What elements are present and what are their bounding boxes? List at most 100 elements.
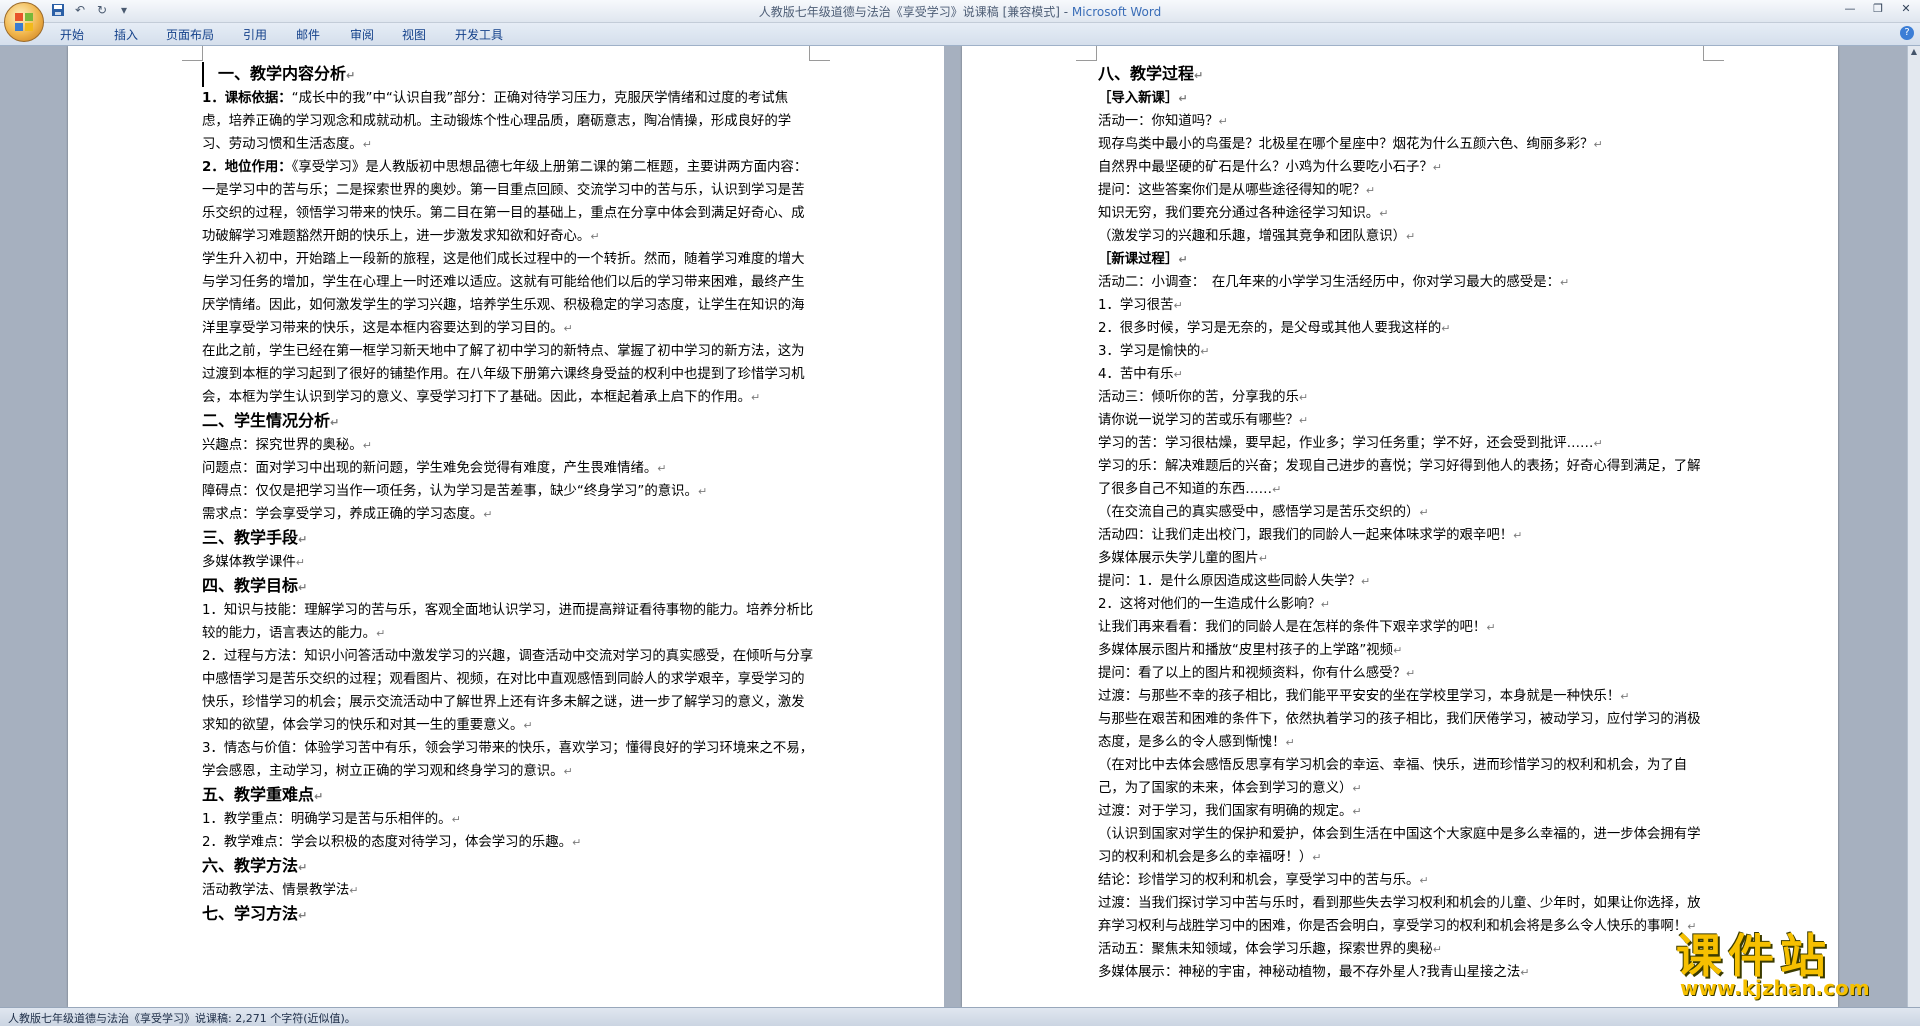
paragraph: 活动教学法、情景教学法↵ bbox=[202, 879, 814, 902]
vertical-scrollbar[interactable]: ▲ bbox=[1907, 46, 1920, 1007]
paragraph: 3．学习是愉快的↵ bbox=[1098, 340, 1710, 363]
minimize-icon[interactable]: — bbox=[1836, 0, 1864, 18]
maximize-icon[interactable]: ❐ bbox=[1864, 0, 1892, 18]
paragraph-mark-icon: ↵ bbox=[451, 813, 461, 826]
document-page-right[interactable]: 八、教学过程↵ ［导入新课］↵ 活动一：你知道吗？↵ 现存鸟类中最小的鸟蛋是？北极星在… bbox=[962, 46, 1838, 1007]
paragraph-text: 提问：这些答案你们是从哪些途径得知的呢？ bbox=[1098, 183, 1366, 198]
paragraph-mark-icon: ↵ bbox=[1441, 322, 1451, 335]
close-icon[interactable]: ✕ bbox=[1892, 0, 1920, 18]
paragraph-text: 学生升入初中，开始踏上一段新的旅程，这是他们成长过程中的一个转折。然而，随着学习… bbox=[202, 252, 805, 336]
paragraph-mark-icon: ↵ bbox=[1200, 345, 1210, 358]
paragraph-text: 让我们再来看看：我们的同龄人是在怎样的条件下艰辛求学的吧！ bbox=[1098, 620, 1487, 635]
paragraph-mark-icon: ↵ bbox=[590, 230, 600, 243]
paragraph: 2．地位作用：《享受学习》是人教版初中思想品德七年级上册第二课的第二框题，主要讲… bbox=[202, 156, 814, 248]
document-page-left[interactable]: 一、教学内容分析↵ 1．课标依据：“成长中的我”中“认识自我”部分：正确对待学习压… bbox=[68, 46, 944, 1007]
tab-page-layout[interactable]: 页面布局 bbox=[166, 26, 214, 43]
section-heading: 三、教学手段↵ bbox=[202, 526, 814, 551]
paragraph: 多媒体教学课件↵ bbox=[202, 551, 814, 574]
tab-mailings[interactable]: 邮件 bbox=[296, 26, 320, 43]
paragraph-mark-icon: ↵ bbox=[1432, 943, 1442, 956]
paragraph: 活动二：小调查： 在几年来的小学学习生活经历中，你对学习最大的感受是：↵ bbox=[1098, 271, 1710, 294]
paragraph: 2．很多时候，学习是无奈的，是父母或其他人要我这样的↵ bbox=[1098, 317, 1710, 340]
paragraph: 多媒体展示图片和播放“皮里村孩子的上学路”视频↵ bbox=[1098, 639, 1710, 662]
tab-developer[interactable]: 开发工具 bbox=[455, 26, 503, 43]
paragraph: 2．教学难点：学会以积极的态度对待学习，体会学习的乐趣。↵ bbox=[202, 831, 814, 854]
tab-insert[interactable]: 插入 bbox=[114, 26, 138, 43]
paragraph-text: 提问：看了以上的图片和视频资料，你有什么感受？ bbox=[1098, 666, 1406, 681]
paragraph-text: 与那些在艰苦和困难的条件下，依然执着学习的孩子相比，我们厌倦学习，被动学习，应付… bbox=[1098, 712, 1701, 750]
paragraph-text: 2．这将对他们的一生造成什么影响？ bbox=[1098, 597, 1321, 612]
paragraph-text: 《享受学习》是人教版初中思想品德七年级上册第二课的第二框题，主要讲两方面内容：一… bbox=[202, 160, 808, 244]
paragraph-text: （在交流自己的真实感受中，感悟学习是苦乐交织的） bbox=[1098, 505, 1420, 520]
paragraph-mark-icon: ↵ bbox=[1178, 92, 1188, 105]
paragraph-text: （认识到国家对学生的保护和爱护，体会到生活在中国这个大家庭中是多么幸福的，进一步… bbox=[1098, 827, 1701, 865]
paragraph: 学生升入初中，开始踏上一段新的旅程，这是他们成长过程中的一个转折。然而，随着学习… bbox=[202, 248, 814, 340]
paragraph-mark-icon: ↵ bbox=[1620, 690, 1630, 703]
paragraph: 提问：这些答案你们是从哪些途径得知的呢？↵ bbox=[1098, 179, 1710, 202]
paragraph: 活动一：你知道吗？↵ bbox=[1098, 110, 1710, 133]
paragraph-text: 1．教学重点：明确学习是苦与乐相伴的。 bbox=[202, 812, 452, 827]
paragraph-text: 1．知识与技能：理解学习的苦与乐，客观全面地认识学习，进而提高辩证看待事物的能力… bbox=[202, 603, 814, 641]
status-text: 人教版七年级道德与法治《享受学习》说课稿: 2,271 个字符(近似值)。 bbox=[8, 1012, 356, 1025]
paragraph: 1．课标依据：“成长中的我”中“认识自我”部分：正确对待学习压力，克服厌学情绪和… bbox=[202, 87, 814, 156]
paragraph-mark-icon: ↵ bbox=[483, 508, 493, 521]
paragraph: 提问：1．是什么原因造成这些同龄人失学？↵ bbox=[1098, 570, 1710, 593]
paragraph-text: 兴趣点：探究世界的奥秘。 bbox=[202, 438, 363, 453]
window-controls: — ❐ ✕ bbox=[1836, 0, 1920, 18]
paragraph-text: 现存鸟类中最小的鸟蛋是？北极星在哪个星座中？烟花为什么五颜六色、绚丽多彩？ bbox=[1098, 137, 1594, 152]
tab-references[interactable]: 引用 bbox=[243, 26, 267, 43]
paragraph-mark-icon: ↵ bbox=[563, 765, 573, 778]
help-icon[interactable]: ? bbox=[1900, 26, 1914, 40]
paragraph: ［导入新课］↵ bbox=[1098, 87, 1710, 110]
paragraph: 过渡：与那些不幸的孩子相比，我们能平平安安的坐在学校里学习，本身就是一种快乐！↵ bbox=[1098, 685, 1710, 708]
paragraph-text: 四、教学目标 bbox=[202, 576, 299, 595]
window-title: 人教版七年级道德与法治《享受学习》说课稿 [兼容模式] - Microsoft … bbox=[758, 5, 1162, 19]
paragraph-mark-icon: ↵ bbox=[1486, 621, 1496, 634]
paragraph-text: 需求点：学会享受学习，养成正确的学习态度。 bbox=[202, 507, 484, 522]
section-heading: 七、学习方法↵ bbox=[202, 902, 814, 927]
paragraph-text: （在对比中去体会感悟反思享有学习机会的幸运、幸福、快乐，进而珍惜学习的权利和机会… bbox=[1098, 758, 1688, 796]
paragraph: 多媒体展示失学儿童的图片↵ bbox=[1098, 547, 1710, 570]
page-text-left[interactable]: 一、教学内容分析↵ 1．课标依据：“成长中的我”中“认识自我”部分：正确对待学习压… bbox=[202, 62, 814, 927]
paragraph: 过渡：对于学习，我们国家有明确的规定。↵ bbox=[1098, 800, 1710, 823]
paragraph-mark-icon: ↵ bbox=[1393, 644, 1403, 657]
paragraph-mark-icon: ↵ bbox=[1352, 805, 1362, 818]
section-heading: 五、教学重难点↵ bbox=[202, 783, 814, 808]
paragraph-text: 六、教学方法 bbox=[202, 856, 299, 875]
paragraph-text: 三、教学手段 bbox=[202, 528, 299, 547]
paragraph-mark-icon: ↵ bbox=[1520, 966, 1530, 979]
paragraph-text: 多媒体教学课件 bbox=[202, 555, 296, 570]
paragraph-mark-icon: ↵ bbox=[1194, 69, 1204, 82]
paragraph: 1．教学重点：明确学习是苦与乐相伴的。↵ bbox=[202, 808, 814, 831]
paragraph: 3．情态与价值：体验学习苦中有乐，领会学习带来的快乐，喜欢学习；懂得良好的学习环… bbox=[202, 737, 814, 783]
paragraph-mark-icon: ↵ bbox=[1285, 736, 1295, 749]
paragraph-text: （激发学习的兴趣和乐趣，增强其竞争和团队意识） bbox=[1098, 229, 1406, 244]
paragraph-text: 二、学生情况分析 bbox=[202, 411, 331, 430]
paragraph-mark-icon: ↵ bbox=[1258, 552, 1268, 565]
paragraph-mark-icon: ↵ bbox=[572, 836, 582, 849]
paragraph: 自然界中最坚硬的矿石是什么？小鸡为什么要吃小石子？↵ bbox=[1098, 156, 1710, 179]
paragraph-mark-icon: ↵ bbox=[563, 322, 573, 335]
paragraph-text: 过渡：当我们探讨学习中苦与乐时，看到那些失去学习权利和机会的儿童、少年时，如果让… bbox=[1098, 896, 1701, 934]
page-text-right[interactable]: 八、教学过程↵ ［导入新课］↵ 活动一：你知道吗？↵ 现存鸟类中最小的鸟蛋是？北极星在… bbox=[1098, 62, 1710, 984]
paragraph-text: 请你说一说学习的苦或乐有哪些？ bbox=[1098, 413, 1299, 428]
paragraph-mark-icon: ↵ bbox=[1173, 299, 1183, 312]
scroll-up-icon[interactable]: ▲ bbox=[1908, 46, 1920, 58]
paragraph: 过渡：当我们探讨学习中苦与乐时，看到那些失去学习权利和机会的儿童、少年时，如果让… bbox=[1098, 892, 1710, 938]
tab-home[interactable]: 开始 bbox=[60, 26, 84, 43]
section-heading: 一、教学内容分析↵ bbox=[202, 62, 814, 87]
paragraph: 现存鸟类中最小的鸟蛋是？北极星在哪个星座中？烟花为什么五颜六色、绚丽多彩？↵ bbox=[1098, 133, 1710, 156]
document-workspace[interactable]: 一、教学内容分析↵ 1．课标依据：“成长中的我”中“认识自我”部分：正确对待学习压… bbox=[0, 46, 1908, 1007]
paragraph: 结论：珍惜学习的权利和机会，享受学习中的苦与乐。↵ bbox=[1098, 869, 1710, 892]
tab-view[interactable]: 视图 bbox=[402, 26, 426, 43]
paragraph: 让我们再来看看：我们的同龄人是在怎样的条件下艰辛求学的吧！↵ bbox=[1098, 616, 1710, 639]
paragraph-text: 多媒体展示图片和播放“皮里村孩子的上学路”视频 bbox=[1098, 643, 1394, 658]
paragraph-text: 2．很多时候，学习是无奈的，是父母或其他人要我这样的 bbox=[1098, 321, 1442, 336]
paragraph-text: 多媒体展示：神秘的宇宙，神秘动植物，最不存外星人?我青山星接之法 bbox=[1098, 965, 1521, 980]
office-button-icon[interactable] bbox=[4, 2, 44, 42]
paragraph: 1．学习很苦↵ bbox=[1098, 294, 1710, 317]
page-corner-mark bbox=[1076, 46, 1097, 61]
paragraph-text: ［新课过程］ bbox=[1098, 252, 1179, 267]
tab-review[interactable]: 审阅 bbox=[350, 26, 374, 43]
paragraph-text: 在此之前，学生已经在第一框学习新天地中了解了初中学习的新特点、掌握了初中学习的新… bbox=[202, 344, 805, 405]
